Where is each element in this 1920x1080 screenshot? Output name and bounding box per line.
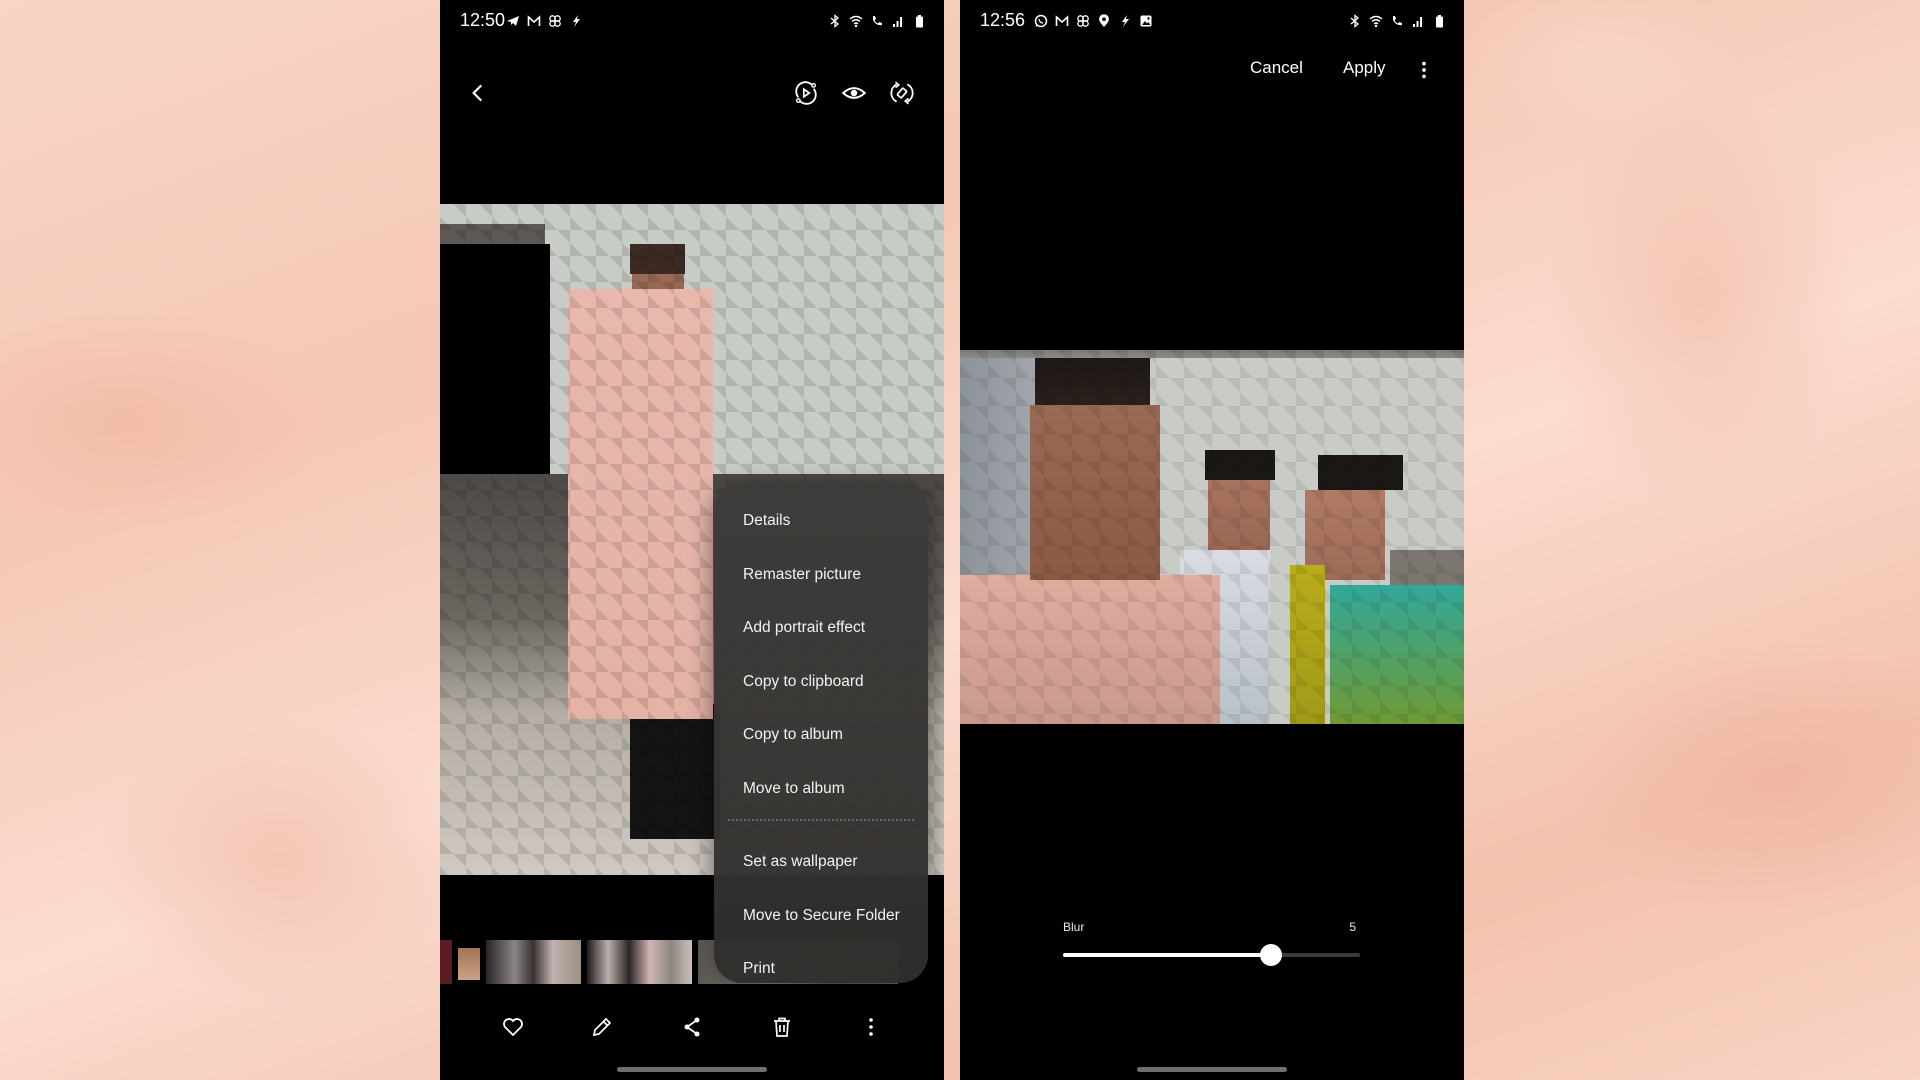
menu-item-copy-to-album[interactable]: Copy to album: [714, 708, 928, 762]
photo-pixelated-group[interactable]: [960, 350, 1464, 724]
gallery-icon: [1139, 14, 1153, 28]
menu-item-print[interactable]: Print: [714, 942, 928, 996]
back-icon: [472, 84, 483, 102]
notification-icons: [506, 14, 583, 28]
filmstrip-thumbnail[interactable]: [486, 940, 581, 984]
notification-icons: [1034, 14, 1153, 28]
filmstrip-thumbnail[interactable]: [440, 940, 452, 984]
more-options-button[interactable]: [851, 1007, 891, 1047]
slider-fill: [1063, 953, 1271, 957]
bluetooth-icon: [1348, 14, 1362, 28]
wifi-icon: [849, 14, 863, 28]
more-options-button[interactable]: [1412, 55, 1436, 85]
apply-button[interactable]: Apply: [1343, 58, 1386, 78]
rotate-button[interactable]: [884, 75, 920, 111]
signal-icon: [891, 14, 905, 28]
menu-item-copy-to-clipboard[interactable]: Copy to clipboard: [714, 655, 928, 709]
eye-icon: [841, 87, 867, 99]
bottom-action-bar: [440, 1004, 944, 1050]
heart-icon: [502, 1018, 523, 1037]
location-icon: [1097, 14, 1111, 28]
system-icons: [828, 14, 926, 28]
bolt-icon: [569, 14, 583, 28]
slider-thumb[interactable]: [1259, 944, 1282, 966]
remaster-button[interactable]: [788, 75, 824, 111]
wifi-calling-icon: [1390, 14, 1404, 28]
share-button[interactable]: [672, 1007, 712, 1047]
favorite-button[interactable]: [493, 1007, 533, 1047]
menu-divider: [728, 819, 914, 821]
status-time: 12:56: [980, 10, 1026, 30]
gmail-icon: [527, 14, 541, 28]
delete-button[interactable]: [762, 1007, 802, 1047]
cancel-button[interactable]: Cancel: [1250, 58, 1303, 78]
filmstrip-thumbnail[interactable]: [458, 948, 480, 980]
back-button[interactable]: [460, 75, 496, 111]
status-bar: 12:50: [440, 8, 944, 36]
phone-screen-blur-editor: 12:56 Cancel Apply Blur 5: [960, 0, 1464, 1080]
battery-icon: [1432, 14, 1446, 28]
more-vertical-icon: [869, 1018, 873, 1036]
wifi-icon: [1369, 14, 1383, 28]
bluetooth-icon: [828, 14, 842, 28]
rotate-icon: [890, 81, 914, 105]
home-indicator[interactable]: [617, 1067, 767, 1072]
status-bar: 12:56: [960, 8, 1464, 36]
menu-item-details[interactable]: Details: [714, 494, 928, 548]
menu-item-add-portrait-effect[interactable]: Add portrait effect: [714, 601, 928, 655]
whatsapp-icon: [1034, 14, 1048, 28]
bolt-icon: [1118, 14, 1132, 28]
menu-item-remaster-picture[interactable]: Remaster picture: [714, 548, 928, 602]
filmstrip-thumbnail[interactable]: [587, 940, 692, 984]
gmail-icon: [1055, 14, 1069, 28]
home-indicator[interactable]: [1137, 1067, 1287, 1072]
battery-icon: [912, 14, 926, 28]
context-menu: Details Remaster picture Add portrait ef…: [714, 482, 928, 983]
blur-value: 5: [1349, 920, 1356, 934]
more-vertical-icon: [1422, 61, 1426, 79]
system-icons: [1348, 14, 1446, 28]
pencil-icon: [593, 1017, 612, 1037]
fan-icon: [548, 14, 562, 28]
blur-slider[interactable]: [1063, 944, 1360, 966]
fan-icon: [1076, 14, 1090, 28]
signal-icon: [1411, 14, 1425, 28]
telegram-icon: [506, 14, 520, 28]
menu-item-move-to-secure-folder[interactable]: Move to Secure Folder: [714, 889, 928, 943]
menu-item-move-to-album[interactable]: Move to album: [714, 762, 928, 816]
view-button[interactable]: [836, 75, 872, 111]
edit-button[interactable]: [582, 1007, 622, 1047]
blur-label: Blur: [1063, 920, 1085, 934]
phone-screen-gallery-viewer: 12:50 Details Remaster picture Add portr…: [440, 0, 944, 1080]
status-time: 12:50: [460, 10, 506, 30]
menu-item-set-as-wallpaper[interactable]: Set as wallpaper: [714, 835, 928, 889]
share-icon: [684, 1017, 700, 1037]
remaster-icon: [795, 81, 817, 105]
wifi-calling-icon: [870, 14, 884, 28]
trash-icon: [773, 1017, 790, 1037]
